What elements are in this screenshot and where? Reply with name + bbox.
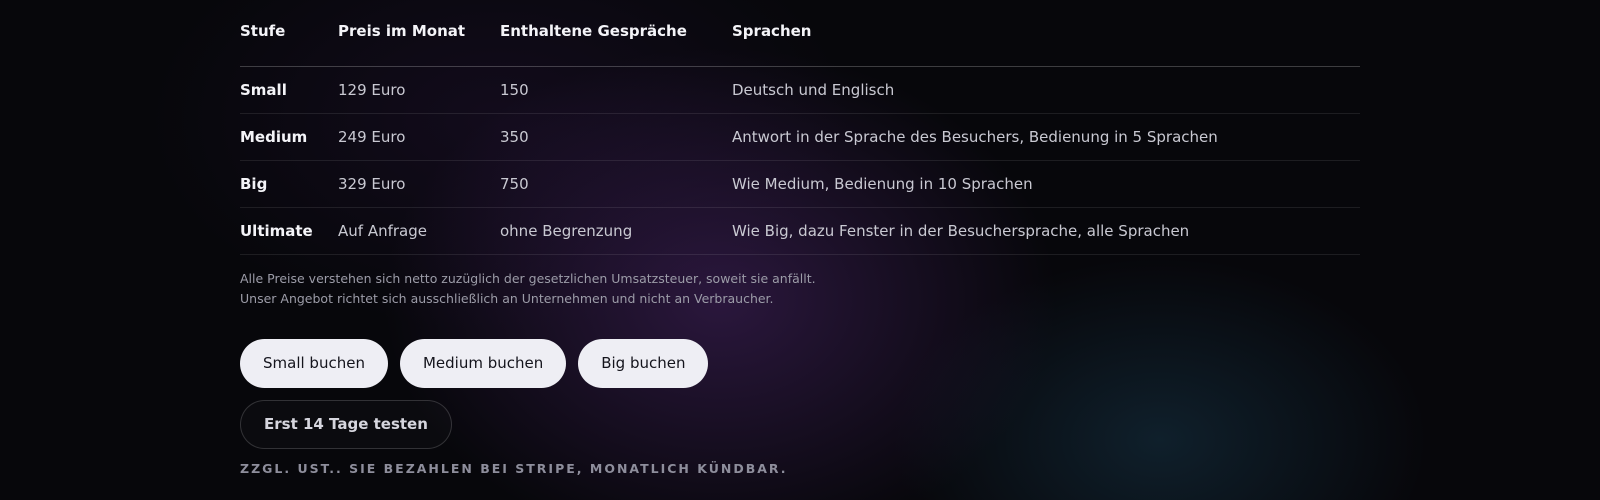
book-medium-button[interactable]: Medium buchen — [399, 338, 567, 388]
tier-languages: Wie Big, dazu Fenster in der Besucherspr… — [732, 207, 1360, 255]
b2b-note: Unser Angebot richtet sich ausschließlic… — [240, 290, 774, 306]
table-row: Medium 249 Euro 350 Antwort in der Sprac… — [240, 113, 1360, 161]
pricing-notes: Alle Preise verstehen sich netto zuzügli… — [240, 269, 1360, 309]
tier-conversations: 150 — [500, 66, 732, 114]
tier-languages: Deutsch und Englisch — [732, 66, 1360, 114]
tier-price: Auf Anfrage — [338, 207, 500, 255]
tier-price: 329 Euro — [338, 160, 500, 208]
tier-price: 129 Euro — [338, 66, 500, 114]
tier-conversations: 750 — [500, 160, 732, 208]
book-big-button[interactable]: Big buchen — [578, 338, 709, 388]
header-conversations: Enthaltene Gespräche — [500, 0, 732, 67]
book-small-button[interactable]: Small buchen — [240, 338, 388, 388]
tier-conversations: 350 — [500, 113, 732, 161]
table-header-row: Stufe Preis im Monat Enthaltene Gespräch… — [240, 0, 1360, 67]
pricing-section: Stufe Preis im Monat Enthaltene Gespräch… — [240, 0, 1360, 476]
booking-buttons: Small buchen Medium buchen Big buchen — [240, 338, 1360, 388]
table-row: Small 129 Euro 150 Deutsch und Englisch — [240, 66, 1360, 114]
pricing-table: Stufe Preis im Monat Enthaltene Gespräch… — [240, 0, 1360, 255]
billing-fineprint: ZZGL. UST.. SIE BEZAHLEN BEI STRIPE, MON… — [240, 460, 788, 476]
vat-note: Alle Preise verstehen sich netto zuzügli… — [240, 270, 816, 286]
trial-button[interactable]: Erst 14 Tage testen — [240, 399, 452, 449]
header-tier: Stufe — [240, 0, 338, 67]
table-row: Big 329 Euro 750 Wie Medium, Bedienung i… — [240, 160, 1360, 208]
tier-conversations: ohne Begrenzung — [500, 207, 732, 255]
tier-name: Big — [240, 160, 338, 208]
tier-price: 249 Euro — [338, 113, 500, 161]
table-row: Ultimate Auf Anfrage ohne Begrenzung Wie… — [240, 207, 1360, 255]
tier-languages: Wie Medium, Bedienung in 10 Sprachen — [732, 160, 1360, 208]
header-languages: Sprachen — [732, 0, 1360, 67]
tier-name: Ultimate — [240, 207, 338, 255]
tier-name: Medium — [240, 113, 338, 161]
tier-languages: Antwort in der Sprache des Besuchers, Be… — [732, 113, 1360, 161]
header-price: Preis im Monat — [338, 0, 500, 67]
tier-name: Small — [240, 66, 338, 114]
